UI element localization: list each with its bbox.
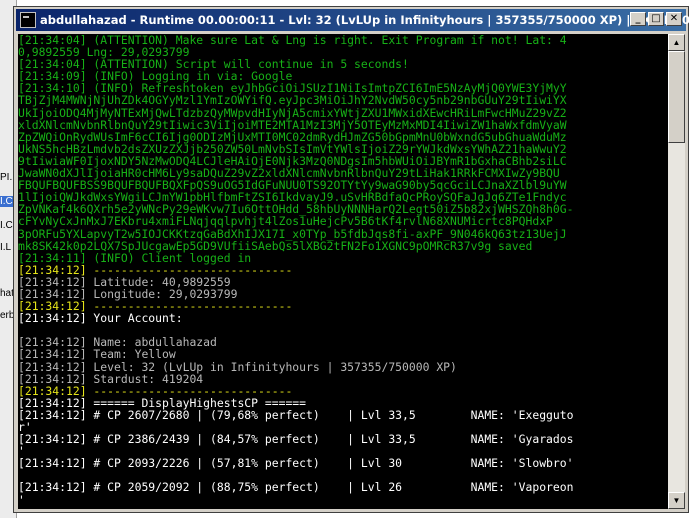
vertical-scrollbar[interactable]: ▲ ▼ [668, 34, 685, 509]
console-line: [21:34:12] # CP 2059/2092 | (88,75% perf… [18, 480, 574, 495]
console-line: [21:34:12] # CP 2093/2226 | (57,81% perf… [18, 456, 574, 471]
window-title: abdullahazad - Runtime 00.00:00:11 - Lvl… [40, 13, 694, 27]
console-line: [21:34:12] Stardust: 419204 [18, 371, 204, 386]
console-line: [21:34:12] ----------------------------- [18, 383, 293, 398]
console-line: xldXNlcmNvbnRlbnQuY29tIiwic3ViIjoiMTE2MT… [18, 117, 567, 132]
scrollbar-thumb[interactable] [668, 51, 685, 143]
console-line: UkIjoiODQ4MjMyNTExMjQwLTdzbzQyMWpvdHIyNj… [18, 105, 567, 120]
title-bar[interactable]: abdullahazad - Runtime 00.00:00:11 - Lvl… [16, 9, 694, 31]
scroll-up-arrow-icon[interactable]: ▲ [668, 34, 685, 51]
console-line: [21:34:12] Team: Yellow [18, 347, 176, 362]
console-window[interactable]: abdullahazad - Runtime 00.00:00:11 - Lvl… [13, 6, 694, 513]
background-label: PI. [0, 172, 13, 183]
console-line: mk8SK42k0p2LQX7SpJUcgawEp5GD9VUfiiSAebQs… [18, 238, 533, 253]
console-line: TBjZjM4MWNjNjUhZDk4OGYyMzl1YmIzOWYifQ.ey… [18, 93, 567, 108]
console-output[interactable]: [21:34:04] (ATTENTION) Make sure Lat & L… [18, 34, 668, 509]
console-line: [21:34:12] # CP 2386/2439 | (84,57% perf… [18, 432, 574, 447]
console-line: ' [18, 492, 25, 507]
console-line: [21:34:12] Level: 32 (LvLUp in Infinityh… [18, 359, 457, 374]
console-line: cFYvNyCxJnMxJ7EKbru4xmiFLNqjqqlpvhjt4lZo… [18, 214, 553, 229]
maximize-button[interactable]: □ [648, 12, 664, 26]
background-label: I.C [0, 220, 13, 231]
console-line: 3pORFu5YXLapvyT2w5IOJCKKtzqGaBdXhIJX17I_… [18, 226, 567, 241]
background-label: hat [0, 288, 14, 299]
console-line: [21:34:11] (INFO) Client logged in [18, 250, 252, 265]
minimize-button[interactable]: _ [630, 12, 646, 26]
console-app-icon[interactable] [20, 12, 36, 28]
background-label: I.L [0, 242, 12, 253]
scroll-down-arrow-icon[interactable]: ▼ [668, 492, 685, 509]
console-line: [21:34:12] # CP 2607/2680 | (79,68% perf… [18, 407, 574, 422]
close-button[interactable]: ✕ [666, 12, 682, 26]
console-line: [21:34:12] Your Account: [18, 311, 183, 326]
